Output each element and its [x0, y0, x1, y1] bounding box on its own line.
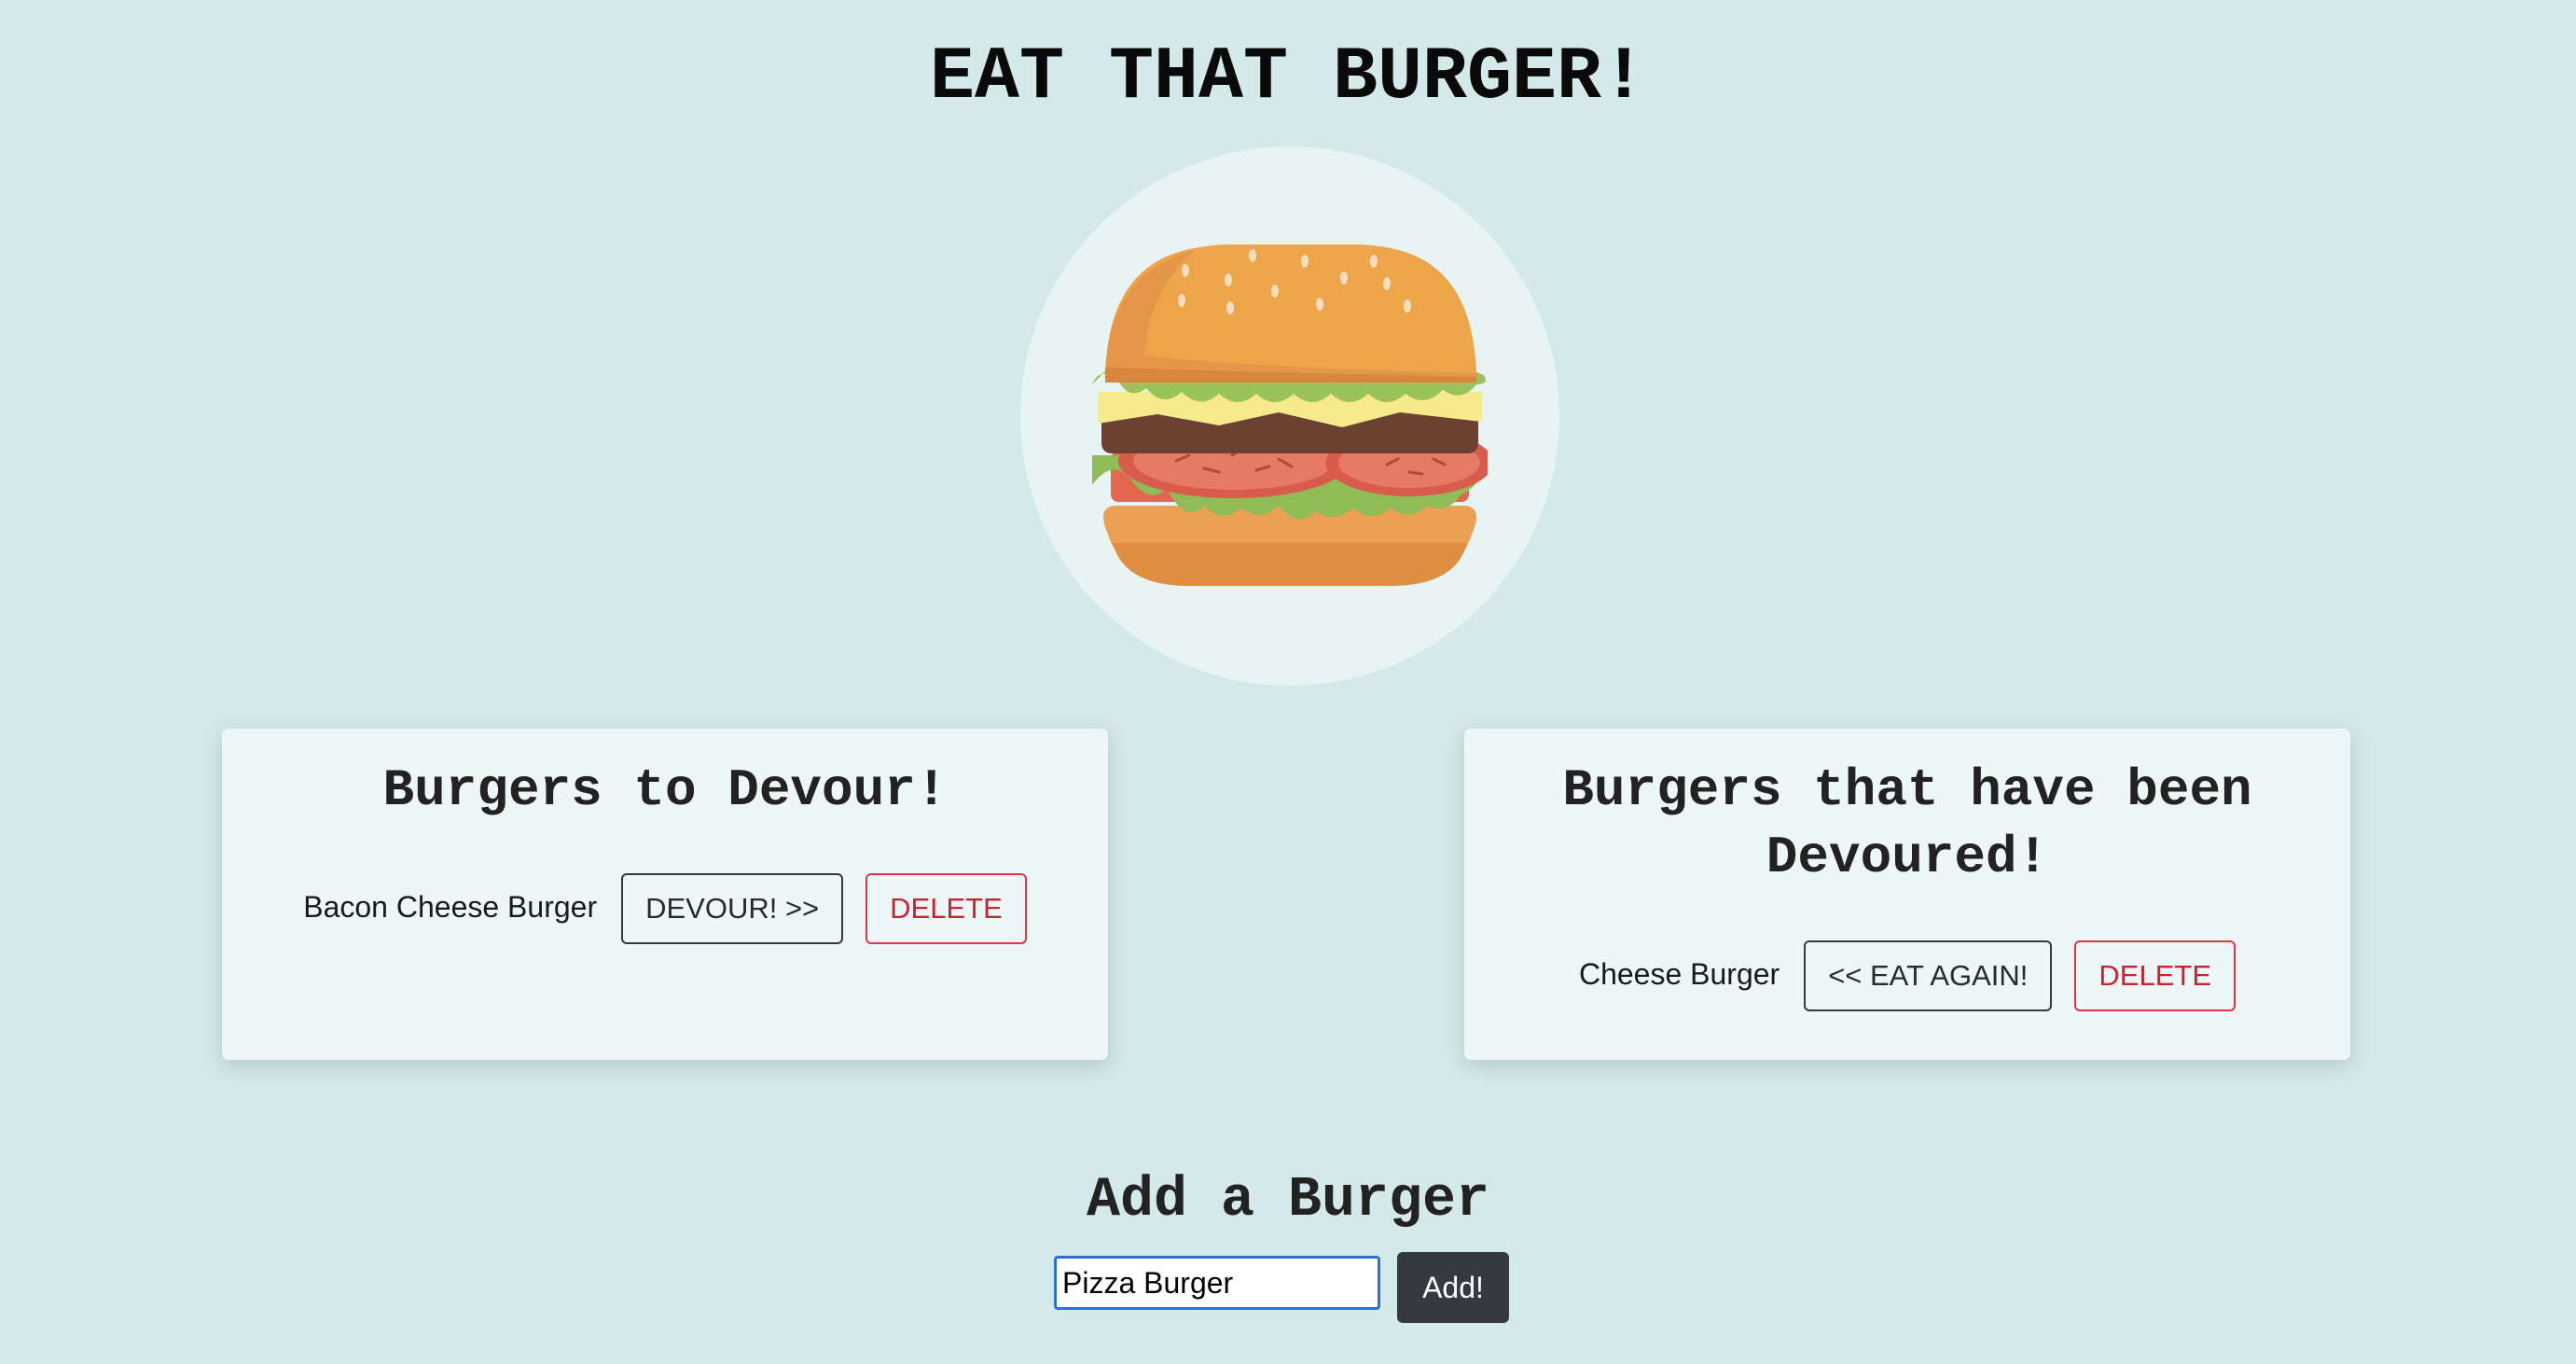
burgers-to-devour-panel: Burgers to Devour! Bacon Cheese Burger D…: [222, 729, 1108, 1060]
to-devour-heading: Burgers to Devour!: [382, 760, 948, 820]
devoured-heading: Burgers that have been Devoured!: [1562, 760, 2252, 887]
burger-name: Cheese Burger: [1578, 956, 1780, 991]
list-item: Bacon Cheese Burger DEVOUR! >> DELETE: [222, 873, 1108, 944]
page: EAT THAT BURGER! Burgers to Devour! Baco…: [0, 0, 2576, 1364]
delete-button[interactable]: DELETE: [2074, 940, 2237, 1011]
devour-button[interactable]: DEVOUR! >>: [621, 873, 844, 944]
page-title: EAT THAT BURGER!: [929, 35, 1647, 120]
devoured-burgers-panel: Burgers that have been Devoured! Cheese …: [1464, 729, 2350, 1060]
burger-name-input[interactable]: [1054, 1256, 1380, 1310]
burger-name: Bacon Cheese Burger: [303, 889, 598, 924]
burger-icon: [1092, 244, 1488, 586]
delete-button[interactable]: DELETE: [866, 873, 1027, 944]
add-button[interactable]: Add!: [1397, 1252, 1509, 1323]
list-item: Cheese Burger << EAT AGAIN! DELETE: [1464, 940, 2350, 1011]
eat-again-button[interactable]: << EAT AGAIN!: [1804, 940, 2053, 1011]
add-burger-heading: Add a Burger: [1086, 1169, 1490, 1232]
logo-circle: [1020, 146, 1559, 686]
